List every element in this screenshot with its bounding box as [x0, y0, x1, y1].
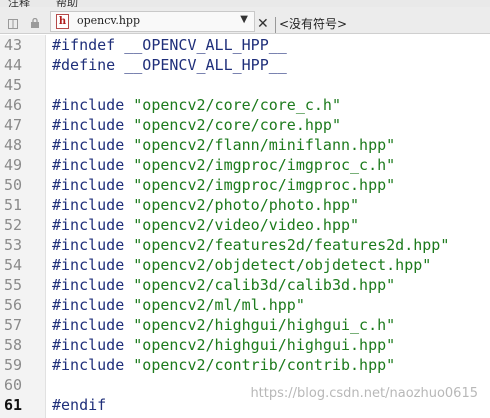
- watermark: https://blog.csdn.net/naozhuo0615: [250, 386, 478, 401]
- preprocessor-directive: #include: [52, 156, 125, 174]
- preprocessor-directive: #include: [52, 196, 125, 214]
- preprocessor-directive: #define: [52, 56, 116, 74]
- preprocessor-directive: #ifndef: [52, 36, 116, 54]
- include-path: "opencv2/imgproc/imgproc.hpp": [133, 176, 396, 194]
- line-number: 54: [4, 256, 23, 274]
- include-path: "opencv2/highgui/highgui.hpp": [133, 336, 396, 354]
- preprocessor-directive: #include: [52, 356, 125, 374]
- include-path: "opencv2/highgui/highgui_c.h": [133, 316, 396, 334]
- line-number: 45: [4, 76, 23, 94]
- code-text: #include "opencv2/highgui/highgui_c.h": [52, 315, 395, 335]
- include-path: "opencv2/core/core.hpp": [133, 116, 341, 134]
- lock-icon[interactable]: [30, 18, 40, 29]
- preprocessor-directive: #include: [52, 336, 125, 354]
- menu-item-help[interactable]: 帮助: [56, 0, 78, 7]
- include-path: "opencv2/video/video.hpp": [133, 216, 360, 234]
- code-text: #include "opencv2/contrib/contrib.hpp": [52, 355, 395, 375]
- code-text: #include "opencv2/highgui/highgui.hpp": [52, 335, 395, 355]
- preprocessor-directive: #include: [52, 296, 125, 314]
- separator: [275, 17, 276, 33]
- preprocessor-directive: #include: [52, 236, 125, 254]
- code-text: #include "opencv2/ml/ml.hpp": [52, 295, 305, 315]
- line-number: 52: [4, 216, 23, 234]
- line-number: 59: [4, 356, 23, 374]
- line-number: 49: [4, 156, 23, 174]
- code-text: #include "opencv2/core/core_c.h": [52, 95, 341, 115]
- line-number: 61: [4, 396, 23, 414]
- chevron-down-icon[interactable]: ▼: [240, 14, 248, 25]
- preprocessor-directive: #include: [52, 116, 125, 134]
- code-text: #include "opencv2/video/video.hpp": [52, 215, 359, 235]
- code-text: #include "opencv2/photo/photo.hpp": [52, 195, 359, 215]
- tab-opencv-hpp[interactable]: h opencv.hpp ▼: [50, 11, 255, 32]
- line-number: 50: [4, 176, 23, 194]
- split-icon[interactable]: [8, 19, 18, 29]
- line-number: 60: [4, 376, 23, 394]
- preprocessor-directive: #include: [52, 256, 125, 274]
- code-text: #endif: [52, 395, 106, 415]
- line-number: 55: [4, 276, 23, 294]
- line-number: 48: [4, 136, 23, 154]
- macro-name: __OPENCV_ALL_HPP__: [124, 56, 287, 74]
- menu-item-comment[interactable]: 注释: [8, 0, 30, 7]
- preprocessor-directive: #include: [52, 276, 125, 294]
- line-number: 51: [4, 196, 23, 214]
- include-path: "opencv2/features2d/features2d.hpp": [133, 236, 450, 254]
- line-number: 43: [4, 36, 23, 54]
- line-number: 53: [4, 236, 23, 254]
- macro-name: __OPENCV_ALL_HPP__: [124, 36, 287, 54]
- code-text: #define __OPENCV_ALL_HPP__: [52, 55, 287, 75]
- code-text: #include "opencv2/objdetect/objdetect.hp…: [52, 255, 431, 275]
- preprocessor-directive: #include: [52, 216, 125, 234]
- include-path: "opencv2/photo/photo.hpp": [133, 196, 360, 214]
- symbol-selector[interactable]: <没有符号>: [279, 14, 347, 34]
- line-number: 44: [4, 56, 23, 74]
- line-number: 56: [4, 296, 23, 314]
- include-path: "opencv2/contrib/contrib.hpp": [133, 356, 396, 374]
- header-file-icon: h: [56, 14, 69, 29]
- close-icon[interactable]: ✕: [257, 16, 269, 32]
- code-text: #include "opencv2/imgproc/imgproc_c.h": [52, 155, 395, 175]
- preprocessor-directive: #endif: [52, 396, 107, 414]
- code-text: #include "opencv2/core/core.hpp": [52, 115, 341, 135]
- code-text: #include "opencv2/flann/miniflann.hpp": [52, 135, 395, 155]
- include-path: "opencv2/ml/ml.hpp": [133, 296, 305, 314]
- preprocessor-directive: #include: [52, 96, 125, 114]
- tab-file-name: opencv.hpp: [77, 14, 140, 27]
- include-path: "opencv2/core/core_c.h": [133, 96, 341, 114]
- code-text: #include "opencv2/imgproc/imgproc.hpp": [52, 175, 395, 195]
- code-text: #include "opencv2/calib3d/calib3d.hpp": [52, 275, 395, 295]
- include-path: "opencv2/objdetect/objdetect.hpp": [133, 256, 432, 274]
- line-number: 46: [4, 96, 23, 114]
- include-path: "opencv2/imgproc/imgproc_c.h": [133, 156, 396, 174]
- line-number: 57: [4, 316, 23, 334]
- preprocessor-directive: #include: [52, 136, 125, 154]
- include-path: "opencv2/flann/miniflann.hpp": [133, 136, 396, 154]
- menu-bar: 注释 帮助: [0, 0, 490, 7]
- code-text: #ifndef __OPENCV_ALL_HPP__: [52, 35, 287, 55]
- preprocessor-directive: #include: [52, 176, 125, 194]
- include-path: "opencv2/calib3d/calib3d.hpp": [133, 276, 396, 294]
- code-editor[interactable]: 43 #ifndef __OPENCV_ALL_HPP__ 44 #define __…: [0, 35, 490, 418]
- preprocessor-directive: #include: [52, 316, 125, 334]
- line-number: 58: [4, 336, 23, 354]
- code-text: #include "opencv2/features2d/features2d.…: [52, 235, 449, 255]
- line-number: 47: [4, 116, 23, 134]
- editor-tab-bar: h opencv.hpp ▼ ✕ <没有符号>: [0, 7, 490, 34]
